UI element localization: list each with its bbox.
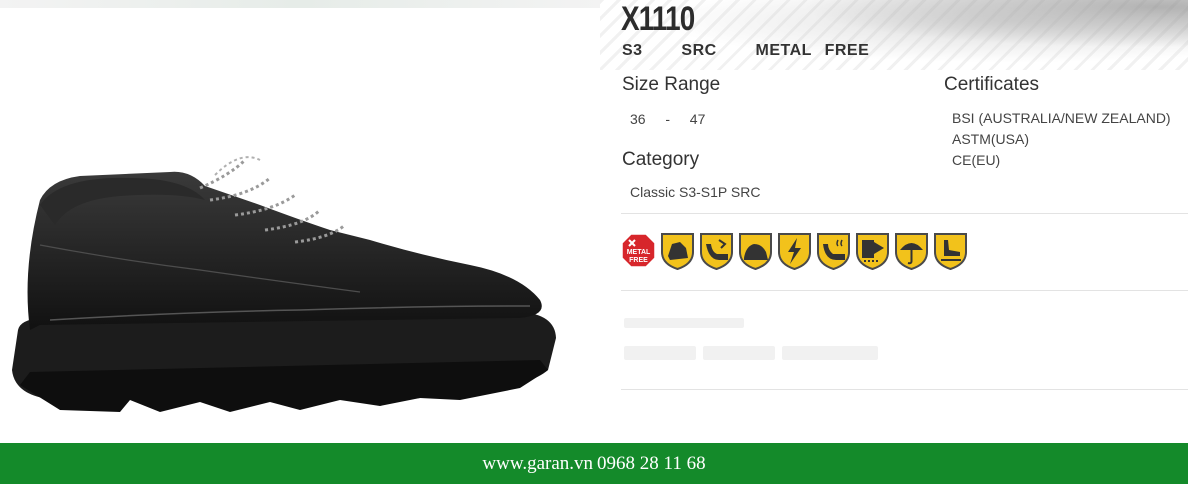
footer-website[interactable]: www.garan.vn bbox=[482, 453, 593, 475]
certificate-item: BSI (AUSTRALIA/NEW ZEALAND) bbox=[952, 110, 1171, 126]
size-range-title: Size Range bbox=[622, 74, 721, 95]
slip-resistant-icon bbox=[934, 233, 967, 270]
footer-phone[interactable]: 0968 28 11 68 bbox=[597, 453, 706, 475]
product-spec-line: S3 SRC METAL FREE bbox=[622, 42, 870, 59]
metal-free-text-top: METAL bbox=[627, 249, 651, 256]
certificate-item: ASTM(USA) bbox=[952, 131, 1029, 147]
category-value: Classic S3-S1P SRC bbox=[630, 184, 761, 200]
category-title: Category bbox=[622, 149, 700, 170]
divider bbox=[621, 290, 1188, 291]
product-model: X1110 bbox=[621, 0, 695, 38]
toe-cap-icon bbox=[661, 233, 694, 270]
water-resistant-icon bbox=[895, 233, 928, 270]
divider bbox=[621, 213, 1188, 214]
shoe-image bbox=[12, 156, 556, 412]
feature-icons: METAL FREE bbox=[621, 230, 968, 270]
divider bbox=[621, 389, 1188, 390]
oil-resistant-icon bbox=[817, 233, 850, 270]
heel-energy-icon bbox=[700, 233, 733, 270]
certificate-item: CE(EU) bbox=[952, 152, 1001, 168]
placeholder-bar bbox=[703, 346, 775, 360]
antistatic-icon bbox=[778, 233, 811, 270]
sole-icon bbox=[739, 233, 772, 270]
size-range-value: 36 - 47 bbox=[630, 111, 706, 127]
metal-free-text-bottom: FREE bbox=[629, 257, 648, 264]
product-photo bbox=[0, 0, 600, 443]
placeholder-bar bbox=[782, 346, 878, 360]
placeholder-bar bbox=[624, 318, 744, 328]
certificates-list: BSI (AUSTRALIA/NEW ZEALAND) ASTM(USA) CE… bbox=[952, 108, 1171, 171]
certificates-title: Certificates bbox=[944, 74, 1040, 95]
footer-banner: www.garan.vn 0968 28 11 68 bbox=[0, 443, 1188, 484]
top-decoration bbox=[0, 0, 600, 8]
penetration-icon bbox=[856, 233, 889, 270]
placeholder-bar bbox=[624, 346, 696, 360]
metal-free-icon: METAL FREE bbox=[621, 233, 656, 268]
